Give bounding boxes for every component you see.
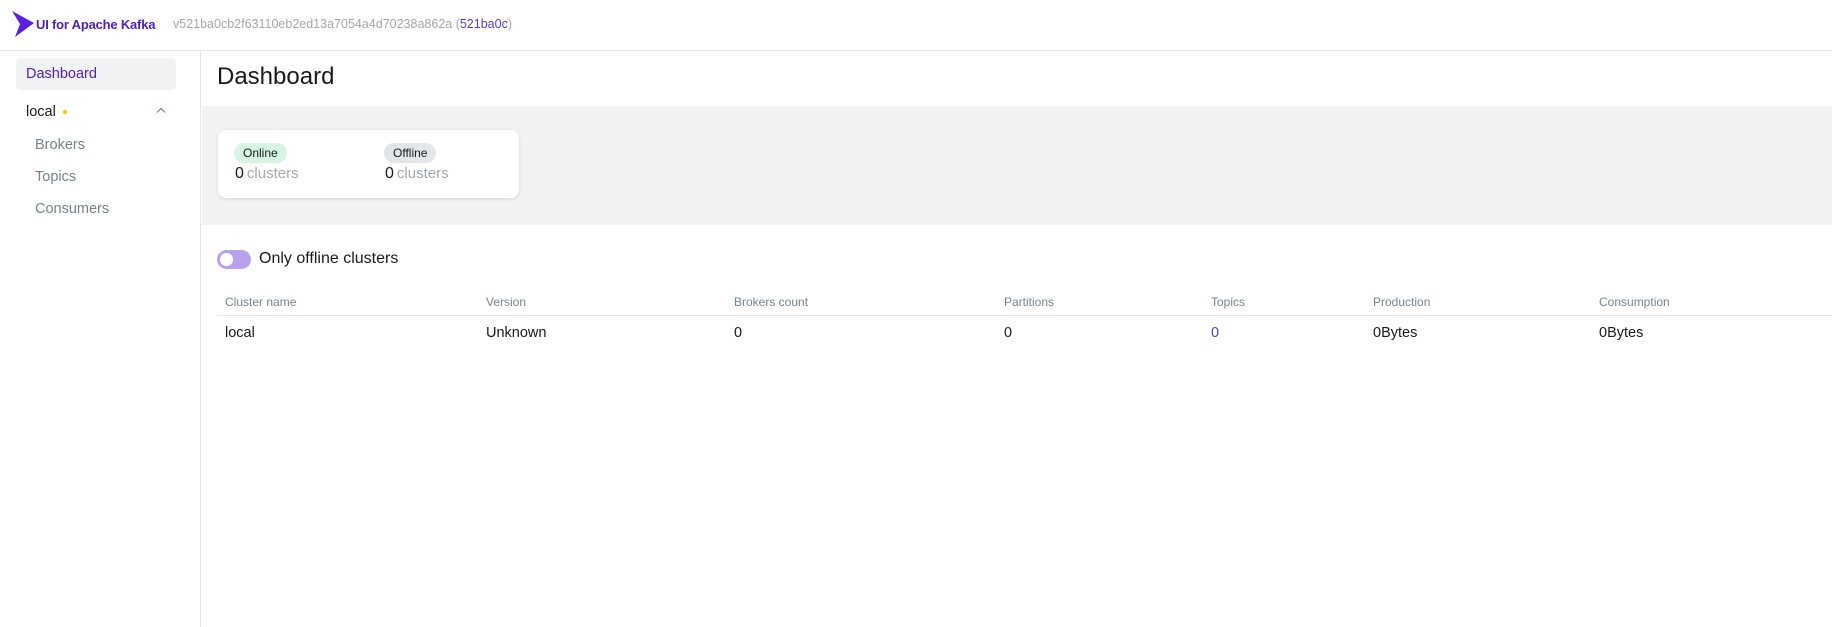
top-header: UI for Apache Kafka v521ba0cb2f63110eb2e… bbox=[0, 0, 1832, 51]
column-header-brokers-count: Brokers count bbox=[734, 295, 809, 309]
cell-production: 0Bytes bbox=[1373, 325, 1418, 341]
brand-title[interactable]: UI for Apache Kafka bbox=[36, 17, 155, 32]
offline-count-line: 0 clusters bbox=[385, 165, 449, 183]
sidebar-cluster-local[interactable]: local bbox=[16, 94, 176, 126]
offline-badge: Offline bbox=[384, 143, 437, 163]
sidebar-item-dashboard[interactable]: Dashboard bbox=[16, 58, 176, 90]
sidebar-item-topics[interactable]: Topics bbox=[35, 169, 76, 185]
offline-stat: Offline 0 clusters bbox=[384, 143, 449, 182]
column-header-cluster-name: Cluster name bbox=[225, 295, 297, 309]
kafka-logo-icon[interactable] bbox=[11, 10, 35, 38]
sidebar-item-brokers[interactable]: Brokers bbox=[35, 137, 85, 153]
column-header-consumption: Consumption bbox=[1599, 295, 1670, 309]
online-stat: Online 0 clusters bbox=[234, 143, 299, 182]
cell-version: Unknown bbox=[486, 325, 547, 341]
page-title: Dashboard bbox=[217, 63, 335, 90]
sidebar-item-consumers[interactable]: Consumers bbox=[35, 201, 109, 217]
cell-consumption: 0Bytes bbox=[1599, 325, 1644, 341]
commit-link[interactable]: 521ba0c bbox=[460, 17, 508, 31]
column-header-version: Version bbox=[486, 295, 527, 309]
online-count: 0 bbox=[235, 165, 244, 182]
clusters-table-header: Cluster name Version Brokers count Parti… bbox=[217, 295, 1832, 316]
table-row: local Unknown 0 0 0 0Bytes 0Bytes bbox=[217, 325, 1832, 355]
column-header-topics: Topics bbox=[1211, 295, 1246, 309]
online-count-line: 0 clusters bbox=[235, 165, 299, 183]
cluster-status-dot-icon bbox=[63, 110, 67, 114]
cell-partitions: 0 bbox=[1004, 325, 1013, 341]
offline-clusters-toggle-label: Only offline clusters bbox=[259, 250, 399, 267]
online-unit: clusters bbox=[246, 165, 299, 182]
cell-cluster-name[interactable]: local bbox=[225, 325, 255, 341]
column-header-partitions: Partitions bbox=[1004, 295, 1055, 309]
cluster-stats-card: Online 0 clusters Offline 0 clusters bbox=[218, 130, 519, 198]
stats-section: Online 0 clusters Offline 0 clusters bbox=[202, 106, 1832, 225]
version-suffix: ) bbox=[507, 17, 512, 31]
chevron-up-icon[interactable] bbox=[154, 104, 168, 118]
toggle-knob bbox=[220, 253, 233, 266]
version-prefix: v521ba0cb2f63110eb2ed13a7054a4d70238a862… bbox=[173, 17, 460, 31]
offline-unit: clusters bbox=[396, 165, 449, 182]
cell-topics-link[interactable]: 0 bbox=[1211, 325, 1219, 341]
offline-clusters-toggle[interactable] bbox=[217, 250, 251, 269]
sidebar-item-label: Dashboard bbox=[26, 66, 97, 82]
online-badge: Online bbox=[234, 143, 287, 163]
version-info: v521ba0cb2f63110eb2ed13a7054a4d70238a862… bbox=[173, 17, 512, 31]
column-header-production: Production bbox=[1373, 295, 1431, 309]
cell-brokers-count: 0 bbox=[734, 325, 743, 341]
offline-count: 0 bbox=[385, 165, 394, 182]
cluster-name: local bbox=[26, 104, 56, 120]
sidebar: Dashboard local Brokers Topics Consumers bbox=[0, 51, 201, 627]
